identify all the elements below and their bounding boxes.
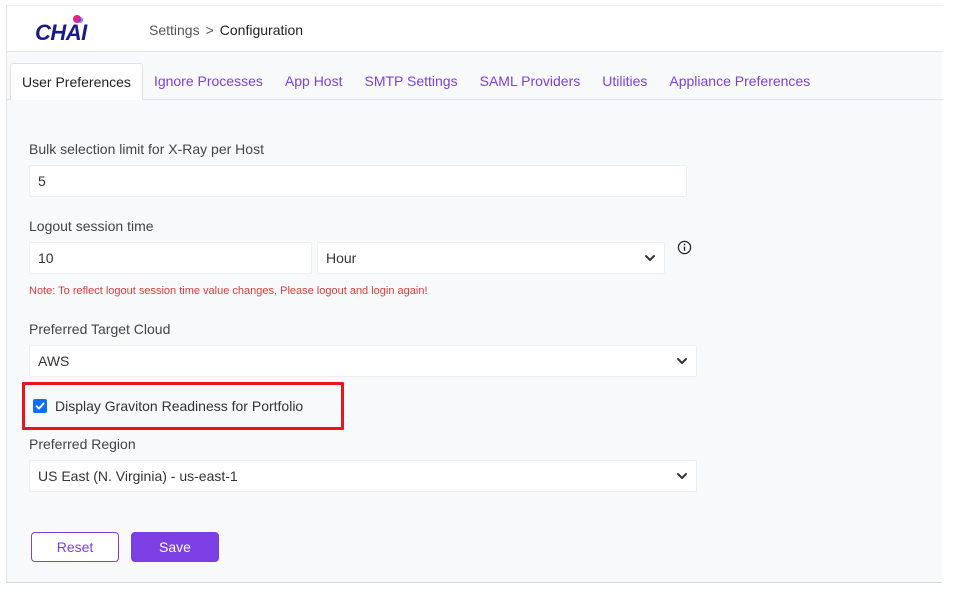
logout-session-input[interactable]: 10	[29, 242, 312, 274]
graviton-checkbox-label[interactable]: Display Graviton Readiness for Portfolio	[55, 398, 303, 414]
breadcrumb-separator: >	[205, 22, 214, 38]
logo-dot-icon	[73, 15, 83, 23]
preferred-region-value: US East (N. Virginia) - us-east-1	[38, 468, 238, 484]
target-cloud-value: AWS	[38, 353, 70, 369]
logout-note: Note: To reflect logout session time val…	[29, 285, 428, 297]
preferred-region-label: Preferred Region	[29, 436, 136, 452]
target-cloud-label: Preferred Target Cloud	[29, 321, 171, 337]
tab-ignore-processes[interactable]: Ignore Processes	[143, 63, 274, 99]
top-bar: CHAI Settings > Configuration	[7, 5, 943, 52]
tab-utilities[interactable]: Utilities	[591, 63, 658, 99]
graviton-checkbox[interactable]	[33, 399, 47, 413]
logout-unit-select[interactable]: Hour	[317, 242, 665, 274]
check-icon	[35, 402, 45, 410]
chevron-down-icon	[677, 473, 687, 479]
chevron-down-icon	[645, 255, 655, 261]
graviton-checkbox-row[interactable]: Display Graviton Readiness for Portfolio	[33, 398, 303, 414]
tab-user-preferences[interactable]: User Preferences	[10, 63, 143, 100]
save-button[interactable]: Save	[131, 532, 219, 562]
chai-logo[interactable]: CHAI	[35, 15, 87, 46]
app-frame: CHAI Settings > Configuration User Prefe…	[6, 5, 943, 583]
tab-saml-providers[interactable]: SAML Providers	[469, 63, 592, 99]
tab-smtp-settings[interactable]: SMTP Settings	[353, 63, 468, 99]
breadcrumb-settings[interactable]: Settings	[149, 22, 200, 38]
bulk-limit-label: Bulk selection limit for X-Ray per Host	[29, 141, 264, 157]
breadcrumb-configuration: Configuration	[219, 22, 304, 38]
breadcrumb: Settings > Configuration	[149, 22, 303, 38]
logout-unit-value: Hour	[326, 250, 357, 266]
logout-session-label: Logout session time	[29, 218, 154, 234]
tab-appliance-preferences[interactable]: Appliance Preferences	[658, 63, 821, 99]
info-icon[interactable]	[677, 240, 692, 255]
chevron-down-icon	[677, 358, 687, 364]
bulk-limit-value: 5	[38, 173, 46, 189]
target-cloud-select[interactable]: AWS	[29, 345, 697, 377]
logo-text: CHAI	[35, 20, 87, 45]
reset-button[interactable]: Reset	[31, 532, 119, 562]
tab-app-host[interactable]: App Host	[274, 63, 354, 99]
preferred-region-select[interactable]: US East (N. Virginia) - us-east-1	[29, 460, 697, 492]
settings-tabs: User Preferences Ignore Processes App Ho…	[7, 63, 943, 100]
bulk-limit-input[interactable]: 5	[29, 165, 687, 197]
logout-session-value: 10	[38, 250, 54, 266]
